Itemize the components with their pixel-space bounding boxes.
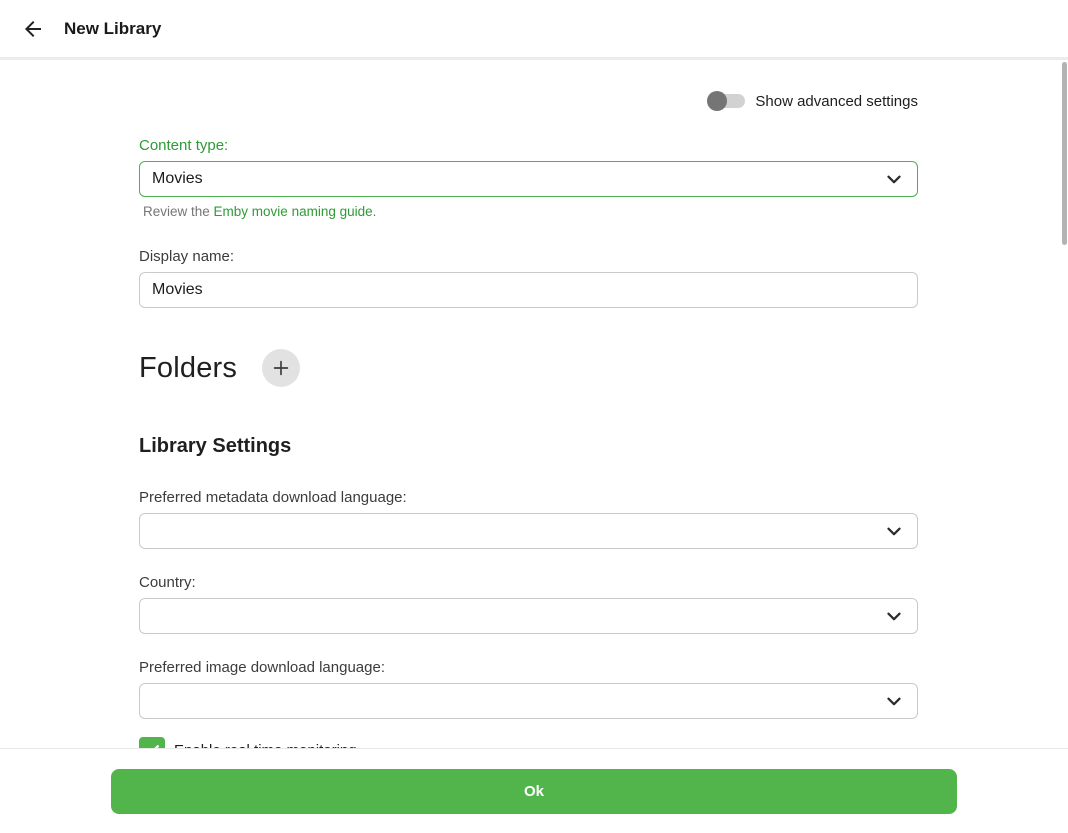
image-language-select[interactable] [139,683,918,719]
metadata-language-group: Preferred metadata download language: [139,489,918,549]
metadata-language-select[interactable] [139,513,918,549]
image-language-label: Preferred image download language: [139,659,918,676]
advanced-settings-label: Show advanced settings [755,93,918,110]
advanced-settings-toggle[interactable] [707,91,745,111]
folders-heading: Folders [139,352,237,385]
add-folder-button[interactable] [262,349,300,387]
vertical-scrollbar[interactable] [1062,62,1067,245]
display-name-input[interactable] [139,272,918,308]
chevron-down-icon [883,605,905,627]
country-group: Country: [139,574,918,634]
new-library-page: New Library Show advanced settings Conte… [0,0,1068,833]
header-bar: New Library [0,0,1068,60]
country-select[interactable] [139,598,918,634]
metadata-language-label: Preferred metadata download language: [139,489,918,506]
chevron-down-icon [883,690,905,712]
chevron-down-icon [883,168,905,190]
form-content: Show advanced settings Content type: Mov… [0,86,1068,763]
naming-guide-link[interactable]: Emby movie naming guide [214,204,373,219]
advanced-settings-row: Show advanced settings [139,86,918,116]
back-button[interactable] [12,8,54,50]
image-language-group: Preferred image download language: [139,659,918,719]
content-type-group: Content type: Movies Review the Emby mov… [139,137,918,219]
display-name-group: Display name: [139,248,918,308]
footer-bar: Ok [0,748,1068,833]
arrow-left-icon [21,17,45,41]
page-title: New Library [64,19,161,39]
content-type-label: Content type: [139,137,918,154]
plus-icon [270,357,292,379]
library-settings-heading: Library Settings [139,435,918,458]
chevron-down-icon [883,520,905,542]
helper-suffix: . [373,204,377,219]
display-name-label: Display name: [139,248,918,265]
folders-section-header: Folders [139,349,918,387]
country-label: Country: [139,574,918,591]
helper-prefix: Review the [143,204,214,219]
content-type-select[interactable]: Movies [139,161,918,197]
toggle-knob [707,91,727,111]
content-type-value: Movies [152,170,883,188]
ok-button[interactable]: Ok [111,769,957,814]
naming-guide-helper: Review the Emby movie naming guide. [143,204,918,219]
